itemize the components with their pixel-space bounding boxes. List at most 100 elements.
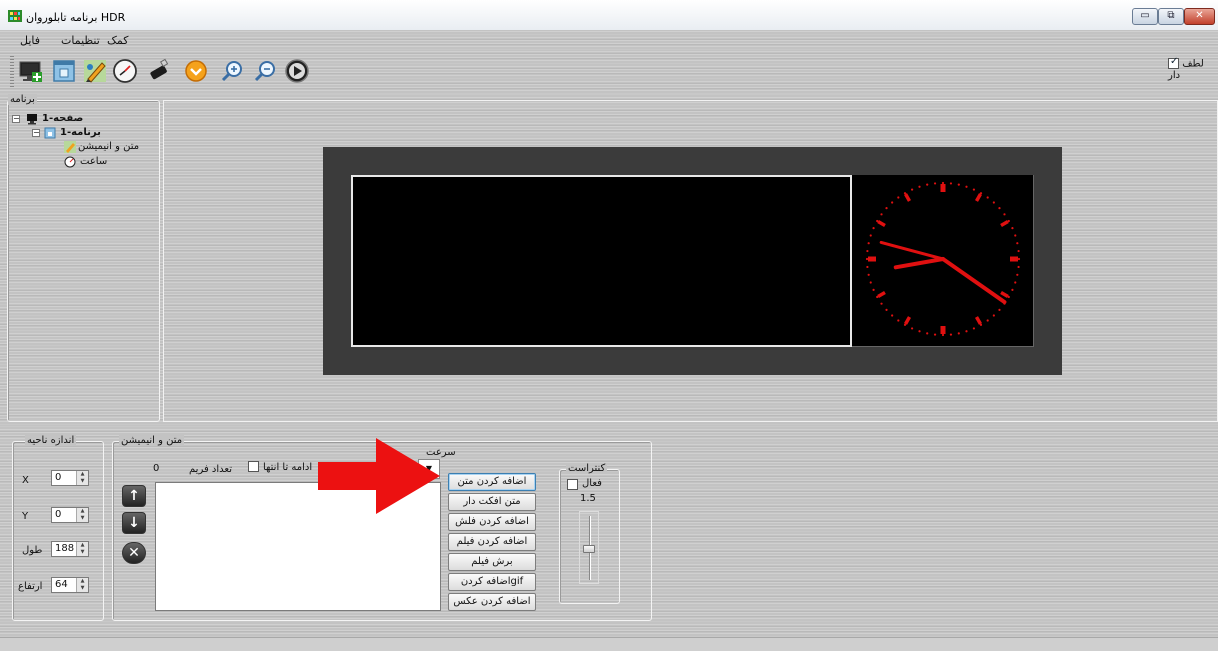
clock-minute-dot (933, 333, 937, 336)
clock-minute-dot (941, 181, 945, 185)
continue-to-end-checkbox[interactable] (248, 461, 259, 472)
led-display-frame (323, 147, 1062, 375)
spinner-arrows-icon[interactable]: ▲ ▼ (76, 542, 88, 556)
toolbar: لطف دار (0, 50, 1218, 94)
clock-minute-dot (866, 265, 869, 269)
add-flash-button[interactable]: اضافه کردن فلش (448, 513, 536, 531)
add-movie-button[interactable]: اضافه کردن فیلم (448, 533, 536, 551)
clock-minute-dot (897, 319, 900, 322)
region-size-group: اندازه ناحیه (12, 435, 104, 621)
clock-hour-mark (877, 290, 886, 299)
clock-minute-dot (1011, 226, 1014, 230)
clock-minute-dot (885, 207, 888, 210)
effect-text-button[interactable]: متن افکت دار (448, 493, 536, 511)
menu-help[interactable]: کمک (107, 34, 128, 47)
pencil-icon (64, 141, 76, 153)
x-label: X (22, 475, 29, 486)
led-clock-region[interactable] (852, 175, 1034, 347)
close-circle-icon: ✕ (128, 545, 140, 561)
contrast-value: 1.5 (580, 493, 596, 504)
app-grid-icon (8, 10, 22, 22)
clock-hour-mark (974, 193, 983, 202)
window-icon[interactable] (51, 58, 77, 84)
clock-minute-dot (1003, 213, 1006, 216)
clock-minute-dot (1011, 288, 1014, 292)
monitor-add-icon[interactable] (18, 58, 44, 84)
collapse-toggle-icon[interactable]: − (12, 115, 20, 123)
height-input[interactable]: 64 ▲ ▼ (51, 577, 89, 593)
antialias-checkbox[interactable] (1168, 56, 1179, 69)
window-title: برنامه تابلوروان HDR (26, 11, 126, 24)
menu-file[interactable]: فایل (20, 34, 40, 47)
window-icon (44, 127, 56, 139)
frame-count-label: تعداد فریم (189, 464, 233, 475)
delete-button[interactable]: ✕ (122, 542, 146, 564)
menu-settings[interactable]: تنظیمات (61, 34, 100, 47)
clock-minute-dot (957, 332, 960, 335)
clock-minute-hand (879, 240, 945, 261)
tree-label-page: صفحه-1 (42, 113, 84, 124)
clock-minute-dot (986, 319, 989, 322)
clock-icon[interactable] (112, 58, 138, 84)
clock-minute-dot (910, 327, 914, 330)
antialias-option[interactable]: لطف دار (1168, 56, 1218, 81)
text-animation-label: متن و انیمیشن (119, 435, 185, 446)
minimize-button[interactable]: ▭ (1132, 8, 1158, 25)
clock-icon (64, 156, 76, 168)
play-icon[interactable] (284, 58, 310, 84)
led-text-region[interactable] (351, 175, 852, 347)
y-input[interactable]: 0 ▲ ▼ (51, 507, 89, 523)
zoom-in-icon[interactable] (219, 58, 245, 84)
tree-label-text-animation: متن و انیمیشن (78, 141, 140, 152)
pencil-brush-icon[interactable] (82, 58, 108, 84)
zoom-out-icon[interactable] (252, 58, 278, 84)
clock-minute-dot (872, 288, 875, 292)
menu-bar: فایل تنظیمات کمک (0, 30, 1218, 50)
orange-download-icon[interactable] (183, 58, 209, 84)
width-input[interactable]: 188 ▲ ▼ (51, 541, 89, 557)
clock-hour-mark (903, 316, 912, 325)
monitor-icon (27, 114, 37, 125)
spinner-arrows-icon[interactable]: ▲ ▼ (76, 508, 88, 522)
cut-movie-button[interactable]: برش فیلم (448, 553, 536, 571)
collapse-toggle-icon[interactable]: − (32, 129, 40, 137)
slider-thumb[interactable] (583, 545, 595, 553)
add-text-button[interactable]: اضافه کردن متن (448, 473, 536, 491)
clock-minute-dot (869, 234, 872, 237)
clock-minute-dot (897, 196, 900, 199)
add-image-button[interactable]: اضافه کردن عکس (448, 593, 536, 611)
add-gif-button[interactable]: اضافه کردنgif (448, 573, 536, 591)
clock-minute-dot (965, 185, 968, 188)
clock-minute-dot (872, 226, 875, 230)
clock-minute-dot (880, 302, 883, 305)
status-bar (0, 637, 1218, 651)
title-bar: برنامه تابلوروان HDR ▭ ⧉ ✕ (0, 0, 1218, 30)
clock-hour-hand (893, 257, 945, 270)
clock-minute-dot (972, 188, 976, 191)
close-button[interactable]: ✕ (1184, 8, 1215, 25)
height-label: ارتفاع (18, 581, 43, 592)
clock-minute-dot (869, 281, 872, 284)
clock-hour-mark (1000, 219, 1009, 228)
clock-hour-mark (877, 219, 886, 228)
move-down-button[interactable]: ↓ (122, 512, 146, 534)
tree-label-clock: ساعت (80, 156, 108, 167)
clock-minute-dot (941, 333, 945, 337)
spinner-arrows-icon[interactable]: ▲ ▼ (76, 578, 88, 592)
clock-minute-dot (1014, 234, 1017, 237)
usb-drive-icon[interactable] (146, 58, 172, 84)
contrast-active-checkbox[interactable] (567, 479, 578, 490)
continue-to-end-label: ادامه تا انتها (263, 462, 313, 473)
spinner-arrows-icon[interactable]: ▲ ▼ (76, 471, 88, 485)
contrast-slider[interactable] (579, 511, 599, 584)
program-tree-label: برنامه (8, 94, 37, 105)
clock-minute-dot (972, 327, 976, 330)
clock-minute-dot (992, 201, 995, 204)
clock-minute-dot (949, 333, 953, 336)
move-up-button[interactable]: ↑ (122, 485, 146, 507)
x-input[interactable]: 0 ▲ ▼ (51, 470, 89, 486)
width-label: طول (22, 545, 43, 556)
clock-minute-dot (926, 332, 929, 335)
maximize-button[interactable]: ⧉ (1158, 8, 1184, 25)
clock-minute-dot (918, 185, 921, 188)
